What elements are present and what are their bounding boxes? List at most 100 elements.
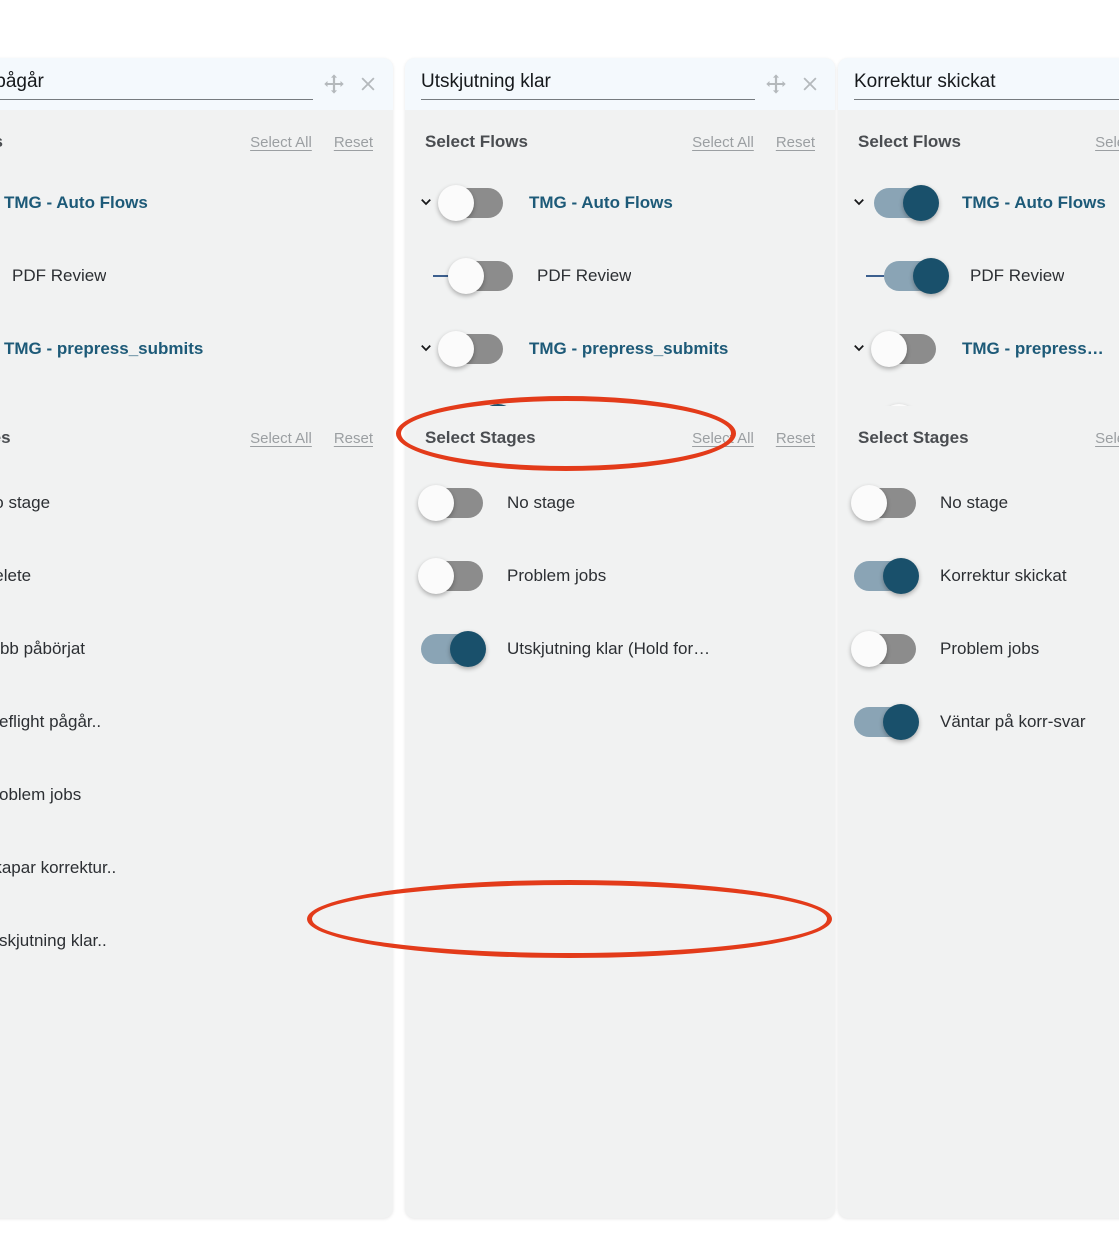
stages-list[interactable]: No stage Problem jobs Utskjutning klar (Ho…: [405, 466, 835, 695]
flow-toggle[interactable]: [448, 257, 513, 294]
toggle-knob: [851, 630, 887, 667]
panel-title-wrap: [0, 68, 313, 100]
flows-list[interactable]: TMG - Auto Flows PDF Review TMG - prepress…: [405, 166, 835, 406]
stage-label: No stage: [0, 492, 51, 512]
flows-heading: Select Flows: [425, 132, 528, 151]
stage-row[interactable]: Problem jobs: [405, 539, 835, 612]
stage-row[interactable]: Problem jobs: [838, 612, 1119, 685]
flow-toggle[interactable]: [438, 330, 503, 367]
flows-reset-link[interactable]: Reset: [776, 134, 815, 151]
flows-heading: Select Flows: [858, 132, 961, 151]
stage-row[interactable]: No stage: [838, 466, 1119, 539]
stage-toggle[interactable]: [854, 557, 919, 594]
panel-header-icons: [765, 73, 821, 95]
toggle-knob: [450, 630, 486, 667]
panel-header: [405, 58, 835, 110]
flow-toggle[interactable]: [871, 330, 936, 367]
flow-label: TMG - Auto Flows: [529, 192, 673, 212]
flow-row[interactable]: PDF Review: [838, 239, 1119, 312]
stage-row[interactable]: Väntar på korr-svar: [838, 685, 1119, 758]
stages-reset-link[interactable]: Reset: [776, 430, 815, 447]
close-icon[interactable]: [357, 73, 379, 95]
stages-select-all-link[interactable]: Select All: [692, 430, 754, 447]
panel-header-icons: [323, 73, 379, 95]
toggle-knob: [418, 557, 454, 594]
flow-row[interactable]: Hold for print: [0, 385, 393, 406]
flows-select-all-link[interactable]: Select All: [1095, 134, 1119, 151]
panel-title-input[interactable]: [421, 68, 755, 100]
flow-row[interactable]: TMG - Auto Flows: [0, 166, 393, 239]
stage-row[interactable]: Utskjutning klar..: [0, 904, 393, 977]
flow-toggle[interactable]: [884, 257, 949, 294]
chevron-down-icon[interactable]: [848, 338, 870, 360]
stage-toggle[interactable]: [851, 484, 916, 521]
flows-select-all-link[interactable]: Select All: [250, 134, 312, 151]
move-icon[interactable]: [323, 73, 345, 95]
move-icon[interactable]: [765, 73, 787, 95]
stage-row[interactable]: Problem jobs: [0, 758, 393, 831]
flow-row[interactable]: PDF Review: [405, 239, 835, 312]
chevron-down-icon[interactable]: [415, 192, 437, 214]
flow-row[interactable]: TMG - prepress_submits: [405, 312, 835, 385]
toggle-knob: [418, 484, 454, 521]
stage-toggle[interactable]: [854, 703, 919, 740]
stage-label: Korrektur skickat: [940, 565, 1067, 585]
close-icon[interactable]: [799, 73, 821, 95]
flows-select-all-link[interactable]: Select All: [692, 134, 754, 151]
stage-row[interactable]: Jobb påbörjat: [0, 612, 393, 685]
flows-list[interactable]: TMG - Auto Flows PDF Review TMG - prepress…: [0, 166, 393, 406]
flow-row[interactable]: PDF Review: [0, 239, 393, 312]
flow-row[interactable]: Hold for print: [405, 385, 835, 406]
flow-row[interactable]: TMG - Auto Flows: [838, 166, 1119, 239]
toggle-knob: [438, 330, 474, 367]
stage-toggle[interactable]: [851, 630, 916, 667]
panel-header: [838, 58, 1119, 110]
stages-select-all-link[interactable]: Select All: [1095, 430, 1119, 447]
flow-label: TMG - Auto Flows: [4, 192, 148, 212]
stage-row[interactable]: Delete: [0, 539, 393, 612]
panel-header: [0, 58, 393, 110]
stages-actions: Select All Reset: [692, 430, 815, 447]
toggle-knob: [881, 403, 917, 406]
stage-row[interactable]: No stage: [0, 466, 393, 539]
flow-label: PDF Review: [12, 265, 107, 285]
flow-row[interactable]: TMG - prepress…: [838, 312, 1119, 385]
flow-toggle[interactable]: [438, 184, 503, 221]
filter-panel-utskjutning-pagar: Select FlowsSelect AllResetTMG - Auto Fl…: [0, 58, 393, 1218]
flows-section-header: Select Flows Select All Reset: [405, 110, 835, 152]
stage-row[interactable]: Utskjutning klar (Hold for…: [405, 612, 835, 685]
flow-row[interactable]: TMG - Auto Flows: [405, 166, 835, 239]
panel-title-wrap: [421, 68, 755, 100]
stage-label: Delete: [0, 565, 32, 585]
flow-label: TMG - prepress…: [962, 338, 1104, 358]
flow-row[interactable]: TMG - prepress_submits: [0, 312, 393, 385]
stage-row[interactable]: No stage: [405, 466, 835, 539]
stage-row[interactable]: Preflight pågår..: [0, 685, 393, 758]
toggle-knob: [903, 184, 939, 221]
toggle-knob: [438, 184, 474, 221]
stages-actions: Select All Reset: [250, 430, 373, 447]
panel-title-input[interactable]: [0, 68, 313, 100]
stages-reset-link[interactable]: Reset: [334, 430, 373, 447]
toggle-knob: [851, 484, 887, 521]
stages-list[interactable]: No stage Korrektur skickat Problem jobs Vän…: [838, 466, 1119, 768]
stage-toggle[interactable]: [421, 630, 486, 667]
stages-list[interactable]: No stage Delete Jobb påbörjat Preflight påg…: [0, 466, 393, 987]
stage-row[interactable]: Korrektur skickat: [838, 539, 1119, 612]
panel-title-input[interactable]: [854, 68, 1119, 100]
flows-reset-link[interactable]: Reset: [334, 134, 373, 151]
panel-title-wrap: [854, 68, 1119, 100]
toggle-knob: [448, 257, 484, 294]
flow-row[interactable]: Hold for print: [838, 385, 1119, 406]
chevron-down-icon[interactable]: [415, 338, 437, 360]
chevron-down-icon[interactable]: [848, 192, 870, 214]
stage-toggle[interactable]: [418, 557, 483, 594]
flows-list[interactable]: TMG - Auto Flows PDF Review TMG - prepress…: [838, 166, 1119, 406]
stage-toggle[interactable]: [418, 484, 483, 521]
stages-heading: Select Stages: [858, 428, 969, 447]
tree-connector: [866, 385, 892, 406]
stage-row[interactable]: Skapar korrektur..: [0, 831, 393, 904]
stages-select-all-link[interactable]: Select All: [250, 430, 312, 447]
stage-label: No stage: [507, 492, 576, 512]
flow-toggle[interactable]: [874, 184, 939, 221]
